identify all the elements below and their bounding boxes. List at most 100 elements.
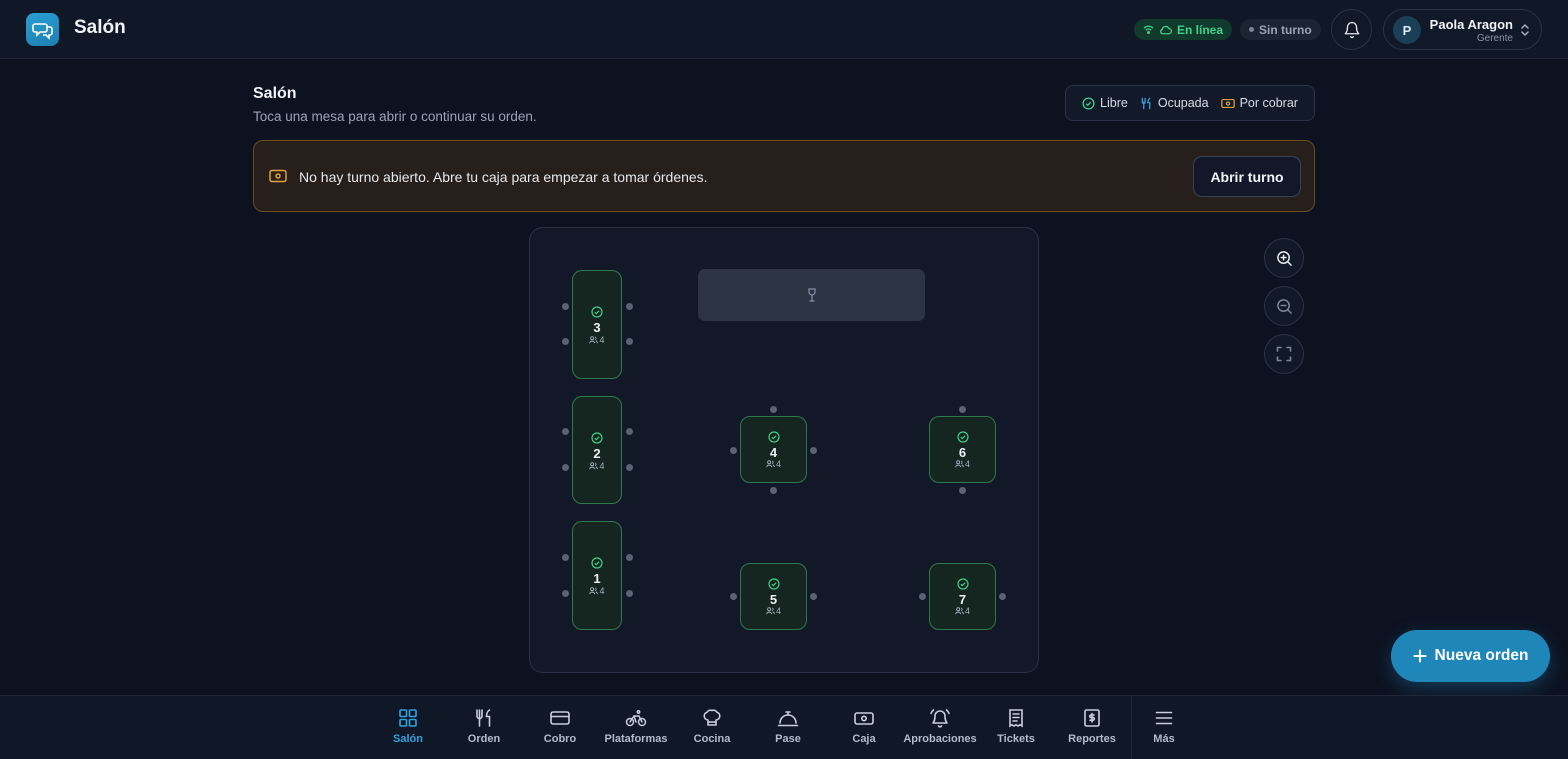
nav-label: Caja [852, 733, 876, 745]
bottom-navigation: Salón Orden Cobro Plataformas Cocina Pas… [0, 695, 1568, 759]
chair [626, 590, 633, 597]
chair [562, 303, 569, 310]
legend-occupied: Ocupada [1140, 96, 1209, 110]
user-name: Paola Aragon [1429, 17, 1513, 32]
legend-to-charge-label: Por cobrar [1239, 96, 1298, 110]
check-circle-icon [930, 578, 995, 590]
check-circle-icon [1082, 96, 1095, 110]
nav-item-caja[interactable]: Caja [826, 696, 902, 759]
nav-label: Cobro [543, 733, 577, 745]
nav-label: Pase [775, 733, 801, 745]
nav-label: Más [1153, 733, 1175, 745]
cash-icon [854, 712, 874, 725]
users-icon [589, 336, 599, 344]
bar-counter [698, 269, 925, 321]
menu-icon [1155, 711, 1173, 725]
user-menu-button[interactable]: P Paola Aragon Gerente [1383, 9, 1542, 50]
user-role: Gerente [1476, 33, 1513, 44]
table-5[interactable]: 5 4 [740, 563, 807, 630]
nav-item-more[interactable]: Más [1126, 696, 1202, 759]
table-number: 5 [769, 592, 778, 607]
table-seats: 4 [930, 606, 995, 616]
new-order-button[interactable]: Nueva orden [1391, 630, 1550, 682]
table-number: 2 [593, 446, 601, 461]
no-shift-banner: No hay turno abierto. Abre tu caja para … [253, 140, 1315, 212]
receipt-icon [1009, 709, 1023, 728]
shift-status-badge: Sin turno [1240, 19, 1321, 40]
nav-item-plataformas[interactable]: Plataformas [598, 696, 674, 759]
nav-item-orden[interactable]: Orden [446, 696, 522, 759]
open-shift-button[interactable]: Abrir turno [1193, 156, 1301, 197]
fullscreen-icon [1276, 346, 1292, 362]
report-dollar-icon [1084, 709, 1100, 727]
chair [626, 428, 633, 435]
table-seats: 4 [573, 586, 621, 596]
table-7[interactable]: 7 4 [929, 563, 996, 630]
avatar: P [1393, 16, 1421, 44]
users-icon [766, 460, 775, 468]
nav-label: Salón [393, 733, 423, 745]
table-1[interactable]: 1 4 [572, 521, 622, 630]
table-3[interactable]: 3 4 [572, 270, 622, 379]
chair [730, 447, 737, 454]
nav-item-salon[interactable]: Salón [370, 696, 446, 759]
table-number: 7 [958, 592, 967, 607]
status-legend: Libre Ocupada Por cobrar [1065, 85, 1315, 121]
chair [999, 593, 1006, 600]
table-2[interactable]: 2 4 [572, 396, 622, 504]
shift-status-label: Sin turno [1259, 22, 1312, 37]
chair [562, 464, 569, 471]
chair [626, 464, 633, 471]
check-circle-icon [573, 306, 621, 318]
chair [919, 593, 926, 600]
nav-item-cocina[interactable]: Cocina [674, 696, 750, 759]
zoom-out-icon [1276, 298, 1292, 314]
notifications-button[interactable] [1331, 9, 1372, 50]
online-status-badge: En línea [1134, 19, 1233, 40]
check-circle-icon [741, 431, 806, 443]
users-icon [589, 462, 599, 470]
chair [626, 303, 633, 310]
chevron-up-down-icon [1521, 24, 1529, 36]
nav-item-pase[interactable]: Pase [750, 696, 826, 759]
fit-screen-button[interactable] [1264, 334, 1304, 374]
utensils-icon [476, 709, 491, 727]
table-4[interactable]: 4 4 [740, 416, 807, 483]
nav-item-cobro[interactable]: Cobro [522, 696, 598, 759]
chair [810, 447, 817, 454]
table-number: 4 [769, 445, 778, 460]
nav-label: Cocina [693, 733, 731, 745]
users-icon [955, 460, 964, 468]
new-order-label: Nueva orden [1434, 647, 1529, 664]
zoom-in-button[interactable] [1264, 238, 1304, 278]
zoom-out-button[interactable] [1264, 286, 1304, 326]
chat-bubbles-icon [31, 22, 53, 40]
nav-item-aprobaciones[interactable]: Aprobaciones [902, 696, 978, 759]
check-circle-icon [573, 432, 621, 444]
table-6[interactable]: 6 4 [929, 416, 996, 483]
nav-label: Aprobaciones [903, 733, 977, 745]
nav-label: Tickets [997, 733, 1035, 745]
cash-icon [1220, 98, 1235, 108]
top-bar: Salón En línea Sin turno P Paola Aragon … [0, 0, 1568, 59]
page-title: Salón [253, 85, 297, 102]
utensils-icon [1141, 97, 1151, 109]
nav-item-tickets[interactable]: Tickets [978, 696, 1054, 759]
wifi-icon [1143, 25, 1154, 34]
legend-to-charge: Por cobrar [1220, 96, 1298, 110]
table-number: 1 [593, 571, 601, 586]
chair [626, 554, 633, 561]
chair [959, 406, 966, 413]
app-title: Salón [74, 17, 126, 38]
bell-icon [1344, 21, 1359, 38]
service-bell-icon [777, 711, 799, 727]
legend-occupied-label: Ocupada [1157, 96, 1209, 110]
page-subtitle: Toca una mesa para abrir o continuar su … [253, 109, 537, 124]
table-seats: 4 [573, 335, 621, 345]
app-logo [26, 13, 59, 46]
chair [562, 554, 569, 561]
check-circle-icon [573, 557, 621, 569]
chair [626, 338, 633, 345]
nav-item-reportes[interactable]: Reportes [1054, 696, 1130, 759]
chef-hat-icon [703, 709, 721, 726]
